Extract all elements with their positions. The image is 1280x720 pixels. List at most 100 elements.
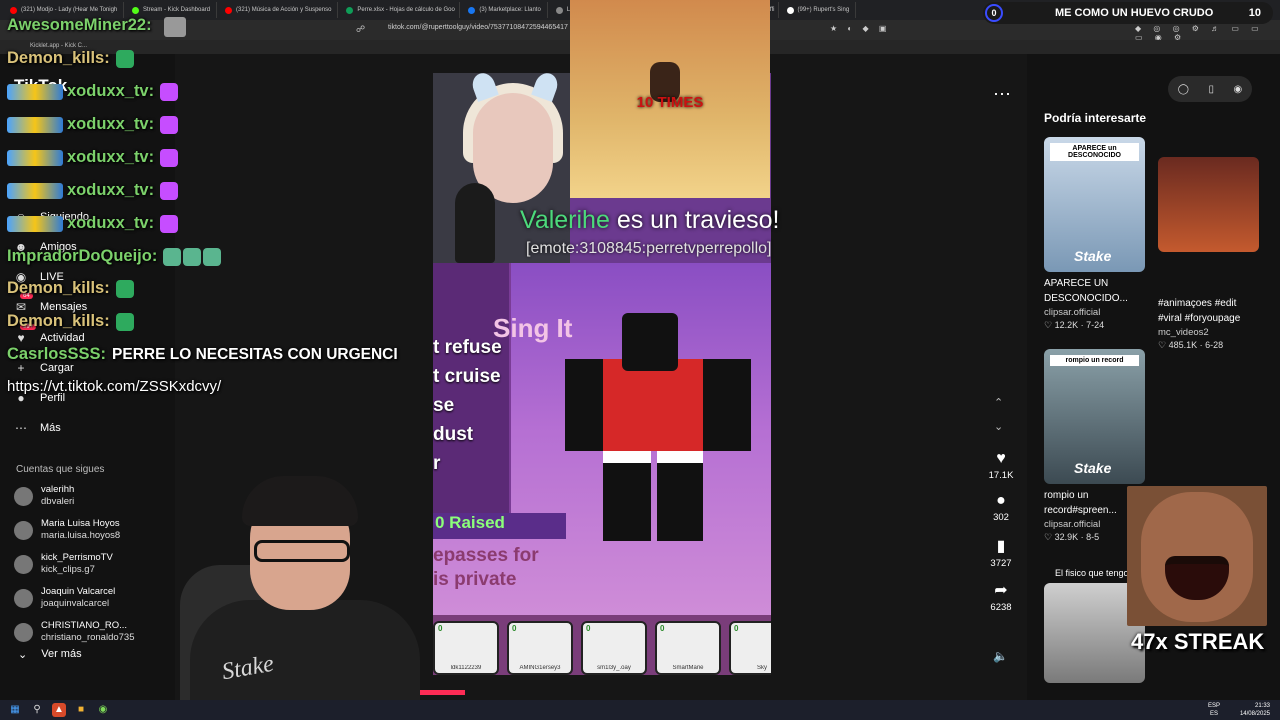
reaction-meme <box>1127 486 1267 626</box>
comment-icon: ● <box>996 492 1006 509</box>
brave-icon[interactable]: ▲ <box>52 703 66 717</box>
account-handle: dbvaleri <box>41 496 75 507</box>
volume-icon[interactable]: 🔈 <box>993 649 1008 663</box>
video-thumbnail[interactable]: APARECE un DESCONOCIDO Stake <box>1044 137 1145 272</box>
account-handle: maria.luisa.hoyos8 <box>41 530 121 541</box>
lang-1: ESP <box>1207 703 1220 709</box>
heart-outline-icon: ♡ <box>1044 532 1055 542</box>
card-caption[interactable]: El fisico que tengo <box>1055 568 1129 578</box>
separator-dot: · <box>1078 320 1087 330</box>
recommendations-title: Podría interesarte <box>1044 111 1147 125</box>
tab-favicon-icon <box>225 6 233 14</box>
recommended-video-card[interactable]: APARECE un DESCONOCIDO Stake APARECE UN DE… <box>1044 137 1145 331</box>
char-arm-right <box>703 359 751 451</box>
following-account[interactable]: valerihh dbvaleri <box>14 484 74 508</box>
stake-logo: Stake <box>1074 248 1112 264</box>
clock[interactable]: 21:33 14/08/2025 <box>1240 702 1270 718</box>
game-text-line: t refuse <box>433 337 502 358</box>
alert-main-text: Valerihe es un travieso! <box>520 206 779 235</box>
previous-video-icon[interactable]: ⌃ <box>994 396 1003 409</box>
char-head <box>622 313 678 371</box>
card-date: 6-28 <box>1205 340 1224 350</box>
browser-tab[interactable]: Perre.xlsx - Hojas de cálculo de Goo <box>340 2 461 18</box>
see-more-label: Ver más <box>41 648 82 660</box>
app-icon[interactable]: ◉ <box>96 703 110 717</box>
avatar-strip: 0 ldk1122239 0 AMING1ersey3 0 sm1l3y_.oay 0 Sma… <box>433 615 771 675</box>
card-likes: 485.1K <box>1168 340 1198 350</box>
card-caption: #animaçoes #edit #viral #foryoupage <box>1158 298 1241 324</box>
account-text: Joaquin Valcarcel joaquinvalcarcel <box>41 586 115 610</box>
chat-username: Demon_kills: <box>7 312 110 330</box>
thumbnail-label: APARECE un DESCONOCIDO <box>1050 143 1139 161</box>
nav-item-label: Más <box>40 422 61 434</box>
alert-sub-text: [emote:3108845:perretvperrepollo] <box>526 240 772 257</box>
card-author: mc_videos2 <box>1158 327 1209 338</box>
thumbnail-label: rompio un record <box>1050 355 1139 366</box>
tab-label: Perre.xlsx - Hojas de cálculo de Goo <box>357 7 455 13</box>
browser-tab[interactable]: (99+) Rupert's Sing <box>781 2 857 18</box>
more-options-icon[interactable]: ⋯ <box>993 84 1012 105</box>
extensions-icons[interactable]: ★ ◐ ◆ ▣ <box>830 24 890 33</box>
video-thumbnail[interactable]: rompio un record Stake <box>1044 349 1145 484</box>
nav-item-actividad[interactable]: ♥ Actividad 99+ <box>14 324 85 345</box>
chat-text: PERRE LO NECESITAS CON URGENCI <box>112 345 398 363</box>
following-account[interactable]: CHRISTIANO_RO... christiano_ronaldo735 <box>14 620 134 644</box>
chat-emote-icon <box>160 148 179 167</box>
card-author: clipsar.official <box>1044 307 1101 318</box>
next-video-icon[interactable]: ⌄ <box>994 420 1003 433</box>
player-name: SmartMarie <box>672 665 704 671</box>
see-more-button[interactable]: ⌄ Ver más <box>18 648 82 661</box>
chat-badges-icon <box>7 116 63 133</box>
separator-dot: · <box>1197 340 1206 350</box>
compass-icon[interactable]: ◯ <box>1178 84 1189 95</box>
phone-icon[interactable]: ▯ <box>1208 84 1214 95</box>
tab-favicon-icon <box>555 6 563 14</box>
nav-item-m-s[interactable]: ⋯ Más <box>14 421 61 435</box>
browser-tab[interactable]: (3) Marketplace: Llanto <box>462 2 548 18</box>
tab-label: (321) Modjo - Lady (Hear Me Tonigh <box>21 7 118 13</box>
chat-username: Demon_kills: <box>7 279 110 297</box>
search-icon[interactable]: ⚲ <box>30 703 44 717</box>
chat-user-avatar <box>164 17 186 37</box>
windows-taskbar: ▦ ⚲ ▲ ■ ◉ ESP ES 21:33 14/08/2025 <box>0 700 1280 720</box>
following-account[interactable]: Maria Luisa Hoyos maria.luisa.hoyos8 <box>14 518 120 542</box>
following-account[interactable]: Joaquin Valcarcel joaquinvalcarcel <box>14 586 115 610</box>
chat-message: AwesomeMiner22: <box>7 16 158 35</box>
char-arm-left <box>565 359 603 451</box>
avatar[interactable]: ◉ <box>1234 84 1243 95</box>
language-indicator[interactable]: ESP ES <box>1208 702 1220 718</box>
chat-message: Demon_kills: <box>7 312 136 331</box>
account-text: kick_PerrismoTV kick_clips.g7 <box>41 552 113 576</box>
chat-emote-icon <box>160 115 179 134</box>
overlay-text: 10 TIMES <box>636 94 704 111</box>
share-button[interactable]: ➦ 6238 <box>986 580 1016 613</box>
card-stats: ♡ 12.2K · 7-24 <box>1044 320 1145 331</box>
back-icon[interactable]: ☍ <box>356 24 365 35</box>
video-thumbnail[interactable] <box>1158 157 1259 252</box>
url-text[interactable]: tiktok.com/@ruperttoolguy/video/75377108… <box>388 24 568 31</box>
save-button[interactable]: ▮ 3727 <box>986 536 1016 569</box>
browser-tab[interactable]: (321) Música de Acción y Suspenso <box>219 2 339 18</box>
microphone <box>455 183 495 263</box>
windows-icon[interactable]: ▦ <box>8 703 22 717</box>
avatar <box>14 554 33 574</box>
save-count: 3727 <box>990 558 1012 569</box>
account-handle: kick_clips.g7 <box>41 564 95 575</box>
recommended-video-card[interactable]: #animaçoes #edit #viral #foryoupage mc_vi… <box>1158 157 1259 351</box>
chat-username: ImpradorDoQueijo: <box>7 247 158 265</box>
card-stats: ♡ 485.1K · 6-28 <box>1158 340 1259 351</box>
heart-icon: ♥ <box>996 450 1006 467</box>
comment-button[interactable]: ● 302 <box>986 492 1016 523</box>
account-name: kick_PerrismoTV <box>41 552 113 563</box>
chat-username: AwesomeMiner22: <box>7 16 152 34</box>
char-leg-left <box>603 451 651 541</box>
like-button[interactable]: ♥ 17.1K <box>986 450 1016 481</box>
avatar <box>14 486 33 506</box>
folder-icon[interactable]: ■ <box>74 703 88 717</box>
following-account[interactable]: kick_PerrismoTV kick_clips.g7 <box>14 552 113 576</box>
account-name: Joaquin Valcarcel <box>41 586 116 597</box>
chat-emote-icon <box>183 247 202 266</box>
chat-message: xoduxx_tv: <box>7 181 180 200</box>
like-count: 17.1K <box>988 470 1014 481</box>
card-caption: APARECE UN DESCONOCIDO... <box>1044 278 1128 304</box>
